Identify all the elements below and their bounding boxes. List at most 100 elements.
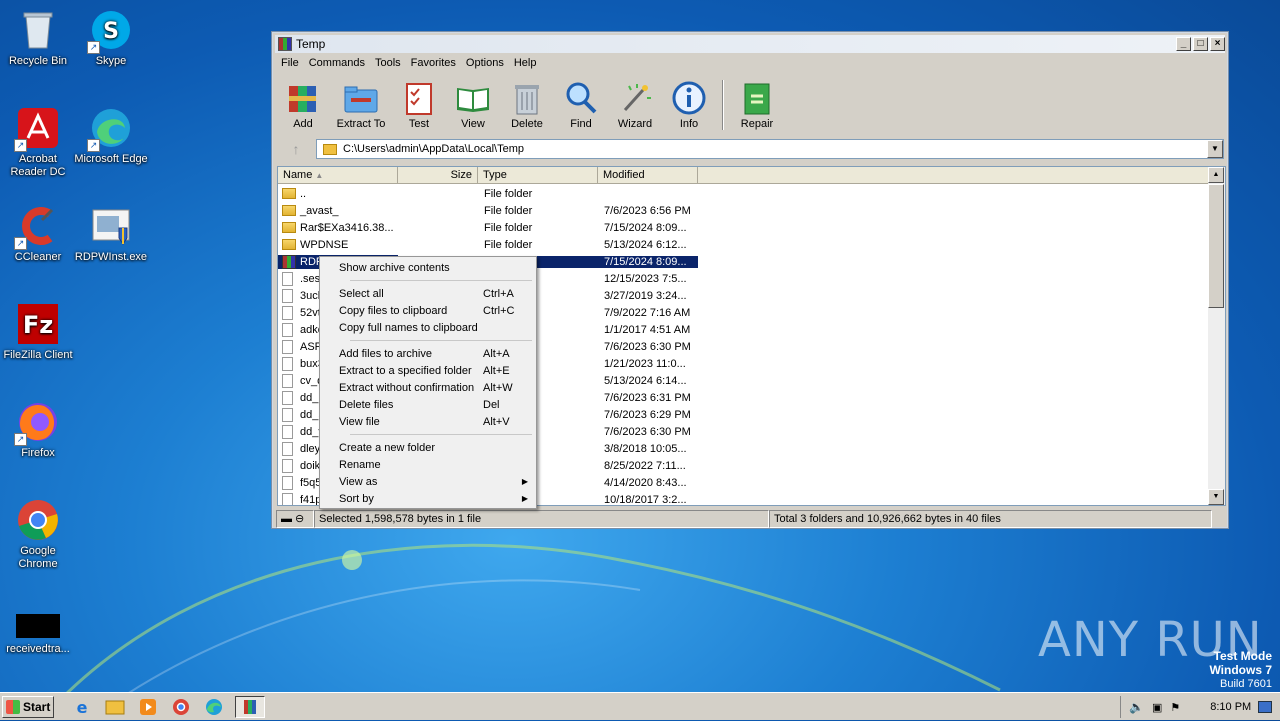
- file-icon: [282, 373, 293, 388]
- menu-item-label: View file: [339, 415, 380, 428]
- scroll-up-icon[interactable]: ▲: [1208, 167, 1224, 183]
- column-header-type[interactable]: Type: [478, 167, 598, 184]
- file-thumbnail-icon: [16, 606, 60, 640]
- menu-item-view-file[interactable]: View file Alt+V: [322, 413, 534, 430]
- view-button[interactable]: View: [446, 76, 500, 130]
- menu-file[interactable]: File: [276, 57, 304, 69]
- menu-item-shortcut: Alt+A: [483, 347, 510, 360]
- taskbar-winrar-icon[interactable]: [235, 695, 265, 718]
- file-icon: [282, 492, 293, 505]
- column-header-modified[interactable]: Modified: [598, 167, 698, 184]
- repair-button[interactable]: Repair: [730, 76, 784, 130]
- svg-text:e: e: [77, 698, 88, 717]
- file-name: ..: [300, 187, 307, 200]
- network-icon[interactable]: ▣: [1152, 701, 1162, 714]
- desktop-icon-firefox[interactable]: ↗ Firefox: [0, 400, 76, 460]
- taskbar-ie-icon[interactable]: e: [70, 696, 94, 718]
- table-row[interactable]: Rar$EXa3416.38... File folder 7/15/2024 8:…: [278, 219, 1210, 236]
- menu-item-copy-full-names-to-clipboard[interactable]: Copy full names to clipboard: [322, 319, 534, 336]
- desktop-icon-filezilla[interactable]: Fz FileZilla Client: [0, 302, 76, 362]
- file-icon: [282, 458, 293, 473]
- file-type: File folder: [484, 238, 533, 251]
- add-button[interactable]: Add: [276, 76, 330, 130]
- file-name: Rar$EXa3416.38...: [300, 221, 394, 234]
- menubar: File Commands Tools Favorites Options He…: [276, 54, 1224, 72]
- column-header-filler: [698, 167, 1210, 184]
- menu-item-view-as[interactable]: View as ▶: [322, 473, 534, 490]
- test-label: Test: [408, 118, 430, 130]
- up-folder-button[interactable]: ↑: [276, 138, 316, 160]
- desktop-icon-edge[interactable]: ↗ Microsoft Edge: [73, 106, 149, 166]
- desktop-icon-chrome[interactable]: Google Chrome: [0, 498, 76, 571]
- info-button[interactable]: Info: [662, 76, 716, 130]
- column-header-size[interactable]: Size: [398, 167, 478, 184]
- action-center-flag-icon[interactable]: ⚑: [1170, 701, 1180, 714]
- menu-item-label: View as: [339, 475, 378, 488]
- menu-options[interactable]: Options: [461, 57, 509, 69]
- close-button[interactable]: ×: [1210, 37, 1225, 51]
- delete-button[interactable]: Delete: [500, 76, 554, 130]
- column-header-name[interactable]: Name ▲: [278, 167, 398, 184]
- menu-item-extract-to-a-specified-folder[interactable]: Extract to a specified folder Alt+E: [322, 362, 534, 379]
- file-modified: 3/27/2019 3:24...: [604, 289, 687, 302]
- show-desktop-icon[interactable]: [1258, 701, 1273, 713]
- trash-can-icon: [509, 80, 545, 116]
- desktop-icon-rdpwinst[interactable]: RDPWInst.exe: [73, 204, 149, 264]
- taskbar-media-player-icon[interactable]: [136, 696, 160, 718]
- filezilla-icon: Fz: [16, 302, 60, 346]
- file-modified: 12/15/2023 7:5...: [604, 272, 687, 285]
- menu-tools[interactable]: Tools: [370, 57, 406, 69]
- minimize-button[interactable]: _: [1176, 37, 1191, 51]
- desktop-icon-skype[interactable]: S ↗ Skype: [73, 8, 149, 68]
- file-modified: 7/6/2023 6:31 PM: [604, 391, 691, 404]
- chevron-down-icon[interactable]: ▼: [1207, 140, 1223, 158]
- table-row[interactable]: .. File folder: [278, 185, 1210, 202]
- system-tray: 🔈 ▣ ⚑ 8:10 PM: [1120, 696, 1280, 718]
- clock[interactable]: 8:10 PM: [1210, 701, 1258, 713]
- volume-icon[interactable]: 🔈: [1129, 700, 1144, 714]
- menu-item-delete-files[interactable]: Delete files Del: [322, 396, 534, 413]
- menu-item-sort-by[interactable]: Sort by ▶: [322, 490, 534, 507]
- test-checklist-icon: [401, 80, 437, 116]
- scroll-thumb[interactable]: [1208, 184, 1224, 308]
- installer-icon: [89, 204, 133, 248]
- menu-item-add-files-to-archive[interactable]: Add files to archive Alt+A: [322, 345, 534, 362]
- menu-help[interactable]: Help: [509, 57, 542, 69]
- table-row[interactable]: WPDNSE File folder 5/13/2024 6:12...: [278, 236, 1210, 253]
- desktop-icon-acrobat[interactable]: ↗ Acrobat Reader DC: [0, 106, 76, 179]
- file-modified: 10/18/2017 3:2...: [604, 493, 687, 506]
- menu-item-label: Sort by: [339, 492, 374, 505]
- menu-item-rename[interactable]: Rename: [322, 456, 534, 473]
- taskbar-explorer-icon[interactable]: [103, 696, 127, 718]
- menu-item-extract-without-confirmation[interactable]: Extract without confirmation Alt+W: [322, 379, 534, 396]
- desktop-icon-ccleaner[interactable]: ↗ CCleaner: [0, 204, 76, 264]
- context-menu[interactable]: Show archive contents Select all Ctrl+A Cop…: [319, 256, 537, 509]
- scroll-down-icon[interactable]: ▼: [1208, 489, 1224, 505]
- desktop-icon-recycle-bin[interactable]: Recycle Bin: [0, 8, 76, 68]
- menu-favorites[interactable]: Favorites: [406, 57, 461, 69]
- folder-icon: [282, 222, 296, 233]
- file-icon: [282, 475, 293, 490]
- find-button[interactable]: Find: [554, 76, 608, 130]
- test-button[interactable]: Test: [392, 76, 446, 130]
- add-label: Add: [293, 118, 313, 130]
- desktop-icon-label: receivedtra...: [6, 643, 70, 655]
- menu-item-label: Rename: [339, 458, 381, 471]
- taskbar-chrome-icon[interactable]: [169, 696, 193, 718]
- menu-item-create-a-new-folder[interactable]: Create a new folder: [322, 439, 534, 456]
- menu-item-show-archive-contents[interactable]: Show archive contents: [322, 259, 534, 276]
- menu-item-copy-files-to-clipboard[interactable]: Copy files to clipboard Ctrl+C: [322, 302, 534, 319]
- address-bar[interactable]: C:\Users\admin\AppData\Local\Temp ▼: [316, 139, 1224, 159]
- desktop-icon-receivedtra[interactable]: receivedtra...: [0, 606, 76, 656]
- menu-item-select-all[interactable]: Select all Ctrl+A: [322, 285, 534, 302]
- maximize-button[interactable]: □: [1193, 37, 1208, 51]
- wizard-button[interactable]: Wizard: [608, 76, 662, 130]
- extract-to-button[interactable]: Extract To: [330, 76, 392, 130]
- vertical-scrollbar[interactable]: ▲ ▼: [1208, 167, 1225, 505]
- start-button[interactable]: Start: [2, 695, 54, 718]
- menu-commands[interactable]: Commands: [304, 57, 370, 69]
- table-row[interactable]: _avast_ File folder 7/6/2023 6:56 PM: [278, 202, 1210, 219]
- window-titlebar[interactable]: Temp _ □ ×: [275, 35, 1225, 53]
- taskbar-edge-icon[interactable]: [202, 696, 226, 718]
- file-modified: 3/8/2018 10:05...: [604, 442, 687, 455]
